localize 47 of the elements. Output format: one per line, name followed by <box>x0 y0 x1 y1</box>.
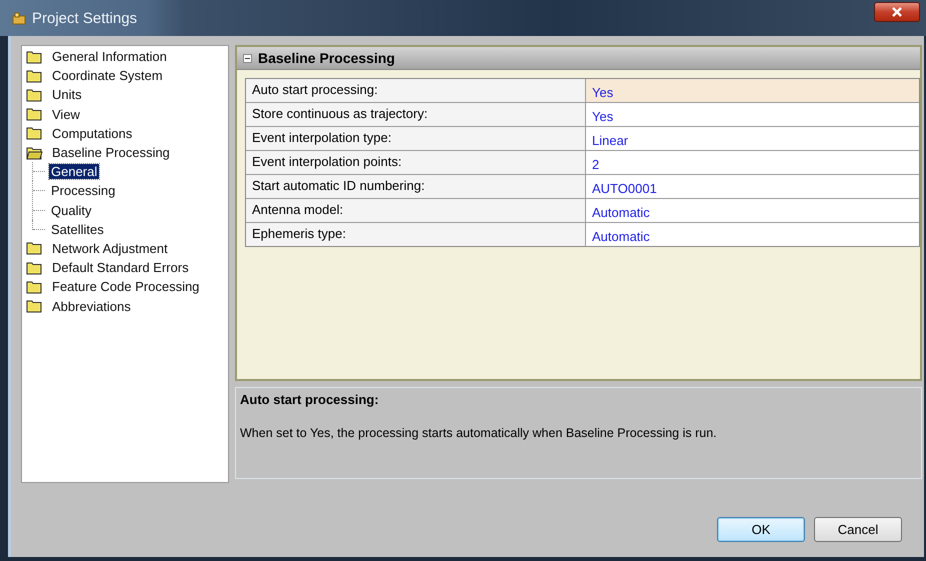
description-text: When set to Yes, the processing starts automatically when Baseline Processing is run. <box>240 426 718 440</box>
folder-icon <box>26 260 43 275</box>
tree-item[interactable]: View <box>50 106 82 122</box>
tree-item[interactable]: Default Standard Errors <box>50 260 191 276</box>
property-value[interactable]: AUTO0001 <box>586 175 919 198</box>
folder-icon <box>26 68 43 83</box>
property-name: Store continuous as trajectory: <box>246 103 586 126</box>
close-icon <box>891 7 903 17</box>
tree-item[interactable]: Network Adjustment <box>50 240 170 256</box>
tree-item[interactable]: Processing <box>49 183 118 198</box>
folder-icon <box>26 241 43 256</box>
tree-item[interactable]: General Information <box>50 49 169 64</box>
window-title: Project Settings <box>32 10 138 26</box>
cancel-button[interactable]: Cancel <box>814 517 902 542</box>
collapse-button[interactable] <box>243 54 252 62</box>
property-value[interactable]: Linear <box>586 127 919 150</box>
tree-item[interactable]: Units <box>50 87 84 102</box>
property-name: Event interpolation points: <box>246 151 586 174</box>
category-title: Baseline Processing <box>258 50 395 66</box>
folder-icon <box>26 107 43 122</box>
tree-item[interactable]: Abbreviations <box>50 298 133 314</box>
tree-item[interactable]: Quality <box>49 202 94 218</box>
folder-icon <box>26 280 43 294</box>
property-name: Auto start processing: <box>246 79 586 102</box>
property-value[interactable]: 2 <box>586 151 919 174</box>
property-value[interactable]: Yes <box>586 103 919 126</box>
tree-item[interactable]: Baseline Processing <box>50 145 172 160</box>
property-value[interactable]: Automatic <box>586 199 919 222</box>
property-name: Event interpolation type: <box>246 127 586 150</box>
property-name: Start automatic ID numbering: <box>246 175 586 198</box>
tree-item[interactable]: Computations <box>50 126 134 141</box>
tree-item[interactable]: Satellites <box>49 222 106 237</box>
window-icon <box>12 12 26 24</box>
tree-item[interactable]: Feature Code Processing <box>50 279 202 294</box>
tree-item[interactable]: Coordinate System <box>50 68 165 84</box>
property-name: Antenna model: <box>246 199 586 222</box>
property-name: Ephemeris type: <box>246 223 586 246</box>
ok-button[interactable]: OK <box>717 517 805 542</box>
folder-icon <box>26 299 43 314</box>
property-value[interactable]: Yes <box>586 79 919 102</box>
description-title: Auto start processing: <box>240 392 380 407</box>
folder-icon <box>26 50 43 64</box>
property-value[interactable]: Automatic <box>586 223 919 246</box>
close-button[interactable] <box>874 2 920 22</box>
tree-item[interactable]: General <box>49 164 100 180</box>
folder-icon <box>26 126 43 140</box>
folder-icon <box>26 88 43 102</box>
